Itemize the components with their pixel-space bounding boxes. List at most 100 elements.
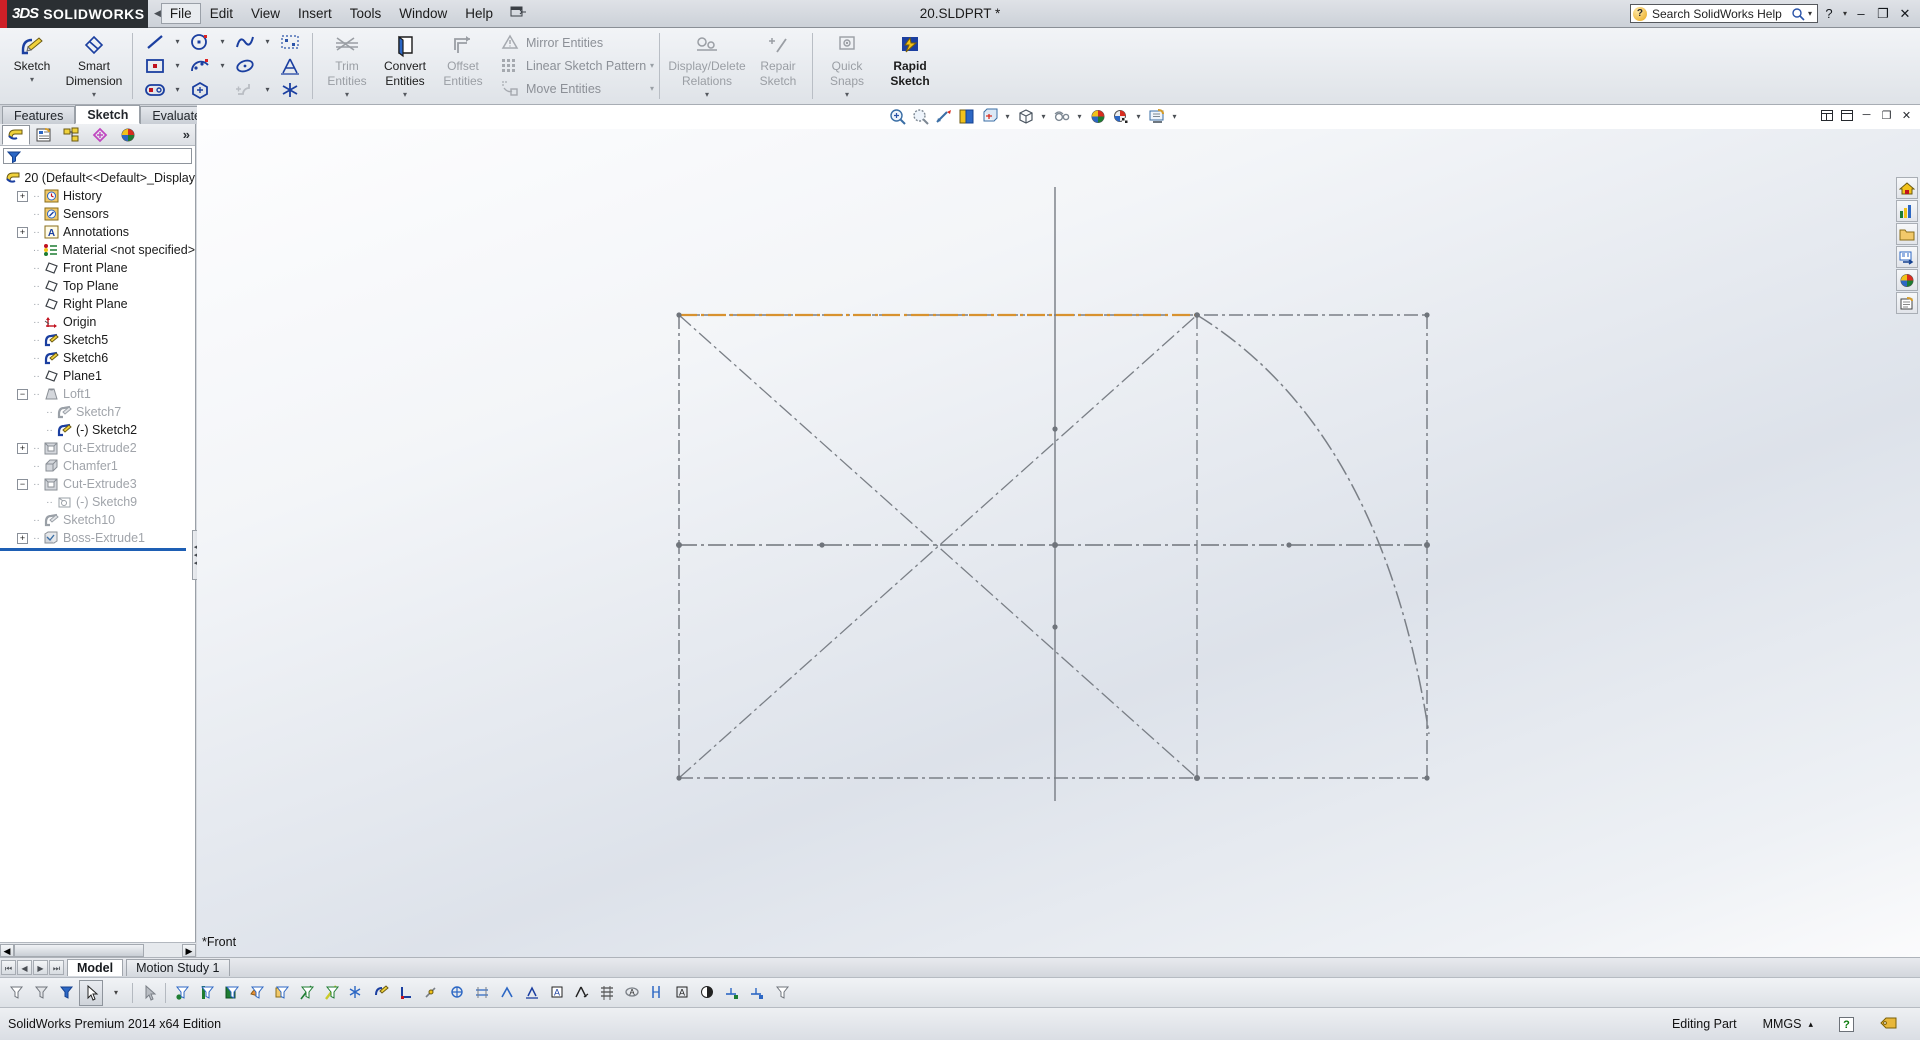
point-filter-icon[interactable] (170, 980, 194, 1006)
filter-clear-icon[interactable] (29, 980, 53, 1006)
select-arrow-icon[interactable] (79, 979, 103, 1006)
chevron-down-icon[interactable]: ▾ (92, 90, 96, 99)
next-tab-button[interactable]: ▶ (33, 960, 48, 975)
tab-sketch[interactable]: Sketch (75, 105, 141, 124)
hatch-filter-icon[interactable]: A (620, 980, 644, 1006)
dimension-filter-icon[interactable] (470, 980, 494, 1006)
chevron-down-icon[interactable]: ▾ (345, 90, 349, 99)
chevron-down-icon[interactable]: ▾ (845, 90, 849, 99)
sketch-segment-filter-icon[interactable] (395, 980, 419, 1006)
panel-expand-chevron[interactable]: » (183, 127, 195, 142)
chevron-down-icon[interactable]: ▾ (650, 84, 654, 93)
tree-item[interactable]: ·· Right Plane (4, 295, 195, 313)
tree-item[interactable]: + ·· A Annotations (4, 223, 195, 241)
restore-down-icon[interactable] (1839, 108, 1854, 122)
property-manager-tab[interactable] (30, 125, 58, 145)
tree-item[interactable]: + ·· Boss-Extrude1 (4, 529, 195, 547)
expand-button[interactable]: + (17, 190, 28, 202)
convert-entities-button[interactable]: Convert Entities ▾ (376, 30, 434, 99)
dimxpert-manager-tab[interactable] (86, 125, 114, 145)
maximize-icon[interactable]: ❐ (1879, 108, 1894, 122)
select-other-icon[interactable] (137, 980, 161, 1006)
minimize-icon[interactable]: ─ (1859, 108, 1874, 122)
circle-icon[interactable] (183, 30, 217, 53)
collapse-button[interactable]: − (17, 388, 28, 400)
rapid-sketch-button[interactable]: Rapid Sketch (881, 30, 939, 88)
expand-button[interactable]: + (17, 532, 28, 544)
sketch-canvas[interactable] (197, 129, 1920, 957)
display-style-caret[interactable]: ▾ (1038, 112, 1049, 121)
route-point-filter-icon[interactable] (770, 980, 794, 1006)
text-icon[interactable] (273, 54, 307, 77)
scrollbar-thumb[interactable] (14, 943, 144, 957)
plane-filter-icon[interactable] (320, 980, 344, 1006)
collapse-button[interactable]: − (17, 478, 28, 490)
connection-point-filter-icon[interactable] (745, 980, 769, 1006)
home-icon[interactable] (1896, 177, 1918, 199)
feature-tree-filter-input[interactable] (3, 148, 192, 164)
point-arc-dropdown-caret[interactable]: ▾ (217, 61, 228, 70)
file-explorer-icon[interactable] (1896, 223, 1918, 245)
ellipse-icon[interactable] (228, 54, 262, 77)
expand-button[interactable]: + (17, 226, 28, 238)
feature-manager-tab[interactable] (2, 124, 30, 145)
filter-off-icon[interactable] (4, 980, 28, 1006)
view-palette-icon[interactable] (1896, 246, 1918, 268)
close-icon[interactable]: ✕ (1899, 108, 1914, 122)
midpoint-filter-icon[interactable] (420, 980, 444, 1006)
view-tab-motion-study[interactable]: Motion Study 1 (126, 959, 230, 976)
tree-item[interactable]: + ·· Cut-Extrude2 (4, 439, 195, 457)
tile-icon[interactable] (1819, 108, 1834, 122)
view-orientation-caret[interactable]: ▾ (1002, 112, 1013, 121)
design-library-icon[interactable] (1896, 200, 1918, 222)
slot-dropdown-caret[interactable]: ▾ (172, 85, 183, 94)
move-entities-button[interactable]: Move Entities ▾ (498, 77, 654, 100)
appearances-scenes-icon[interactable] (1896, 269, 1918, 291)
balloon-filter-icon[interactable]: A (670, 980, 694, 1006)
sketch-button[interactable]: Sketch ▾ (3, 30, 61, 84)
tree-item[interactable]: + ·· History (4, 187, 195, 205)
sketch-fillet-dropdown-caret[interactable]: ▾ (262, 85, 273, 94)
gtol-filter-icon[interactable] (570, 980, 594, 1006)
tag-icon[interactable] (1880, 1016, 1912, 1033)
tree-item[interactable]: ·· Material <not specified> (4, 241, 195, 259)
hide-show-caret[interactable]: ▾ (1074, 112, 1085, 121)
quick-snaps-button[interactable]: Quick Snaps ▾ (818, 30, 876, 99)
display-style-icon[interactable] (1015, 106, 1036, 126)
feature-tree-horizontal-scrollbar[interactable]: ◀ ▶ (0, 942, 196, 957)
configuration-manager-tab[interactable] (58, 125, 86, 145)
view-settings-icon[interactable] (1146, 106, 1167, 126)
edit-appearance-icon[interactable] (1087, 106, 1108, 126)
sketch-filter-icon[interactable] (370, 980, 394, 1006)
view-tab-model[interactable]: Model (67, 959, 124, 976)
custom-properties-icon[interactable] (1896, 292, 1918, 314)
tab-features[interactable]: Features (2, 106, 76, 124)
hide-show-items-icon[interactable] (1051, 106, 1072, 126)
tree-item[interactable]: ·· Plane1 (4, 367, 195, 385)
slot-icon[interactable] (138, 78, 172, 101)
zoom-to-fit-icon[interactable] (887, 106, 908, 126)
tree-item[interactable]: ·· Sketch5 (4, 331, 195, 349)
tree-item[interactable]: − ·· Cut-Extrude3 (4, 475, 195, 493)
line-icon[interactable] (138, 30, 172, 53)
rollback-bar[interactable] (0, 548, 186, 551)
tree-item[interactable]: ·· Sensors (4, 205, 195, 223)
tree-item[interactable]: ·· (-) Sketch2 (4, 421, 195, 439)
surface-filter-icon[interactable] (245, 980, 269, 1006)
tree-item[interactable]: ·· (-) Sketch9 (4, 493, 195, 511)
solid-body-filter-icon[interactable] (270, 980, 294, 1006)
display-delete-relations-button[interactable]: Display/Delete Relations ▾ (665, 30, 749, 99)
tree-item[interactable]: ·· Chamfer1 (4, 457, 195, 475)
apply-scene-icon[interactable] (1110, 106, 1131, 126)
surface-finish-filter-icon[interactable] (495, 980, 519, 1006)
select-dropdown-icon[interactable]: ▾ (104, 980, 128, 1006)
tree-item[interactable]: − ·· Loft1 (4, 385, 195, 403)
filter-on-icon[interactable] (54, 980, 78, 1006)
previous-view-icon[interactable] (933, 106, 954, 126)
weld-symbol-filter-icon[interactable] (520, 980, 544, 1006)
point-icon[interactable] (273, 78, 307, 101)
first-tab-button[interactable]: ⏮ (1, 960, 16, 975)
axis-filter-icon[interactable] (295, 980, 319, 1006)
units-label[interactable]: MMGS (1763, 1017, 1802, 1031)
mirror-entities-button[interactable]: Mirror Entities (498, 31, 650, 54)
